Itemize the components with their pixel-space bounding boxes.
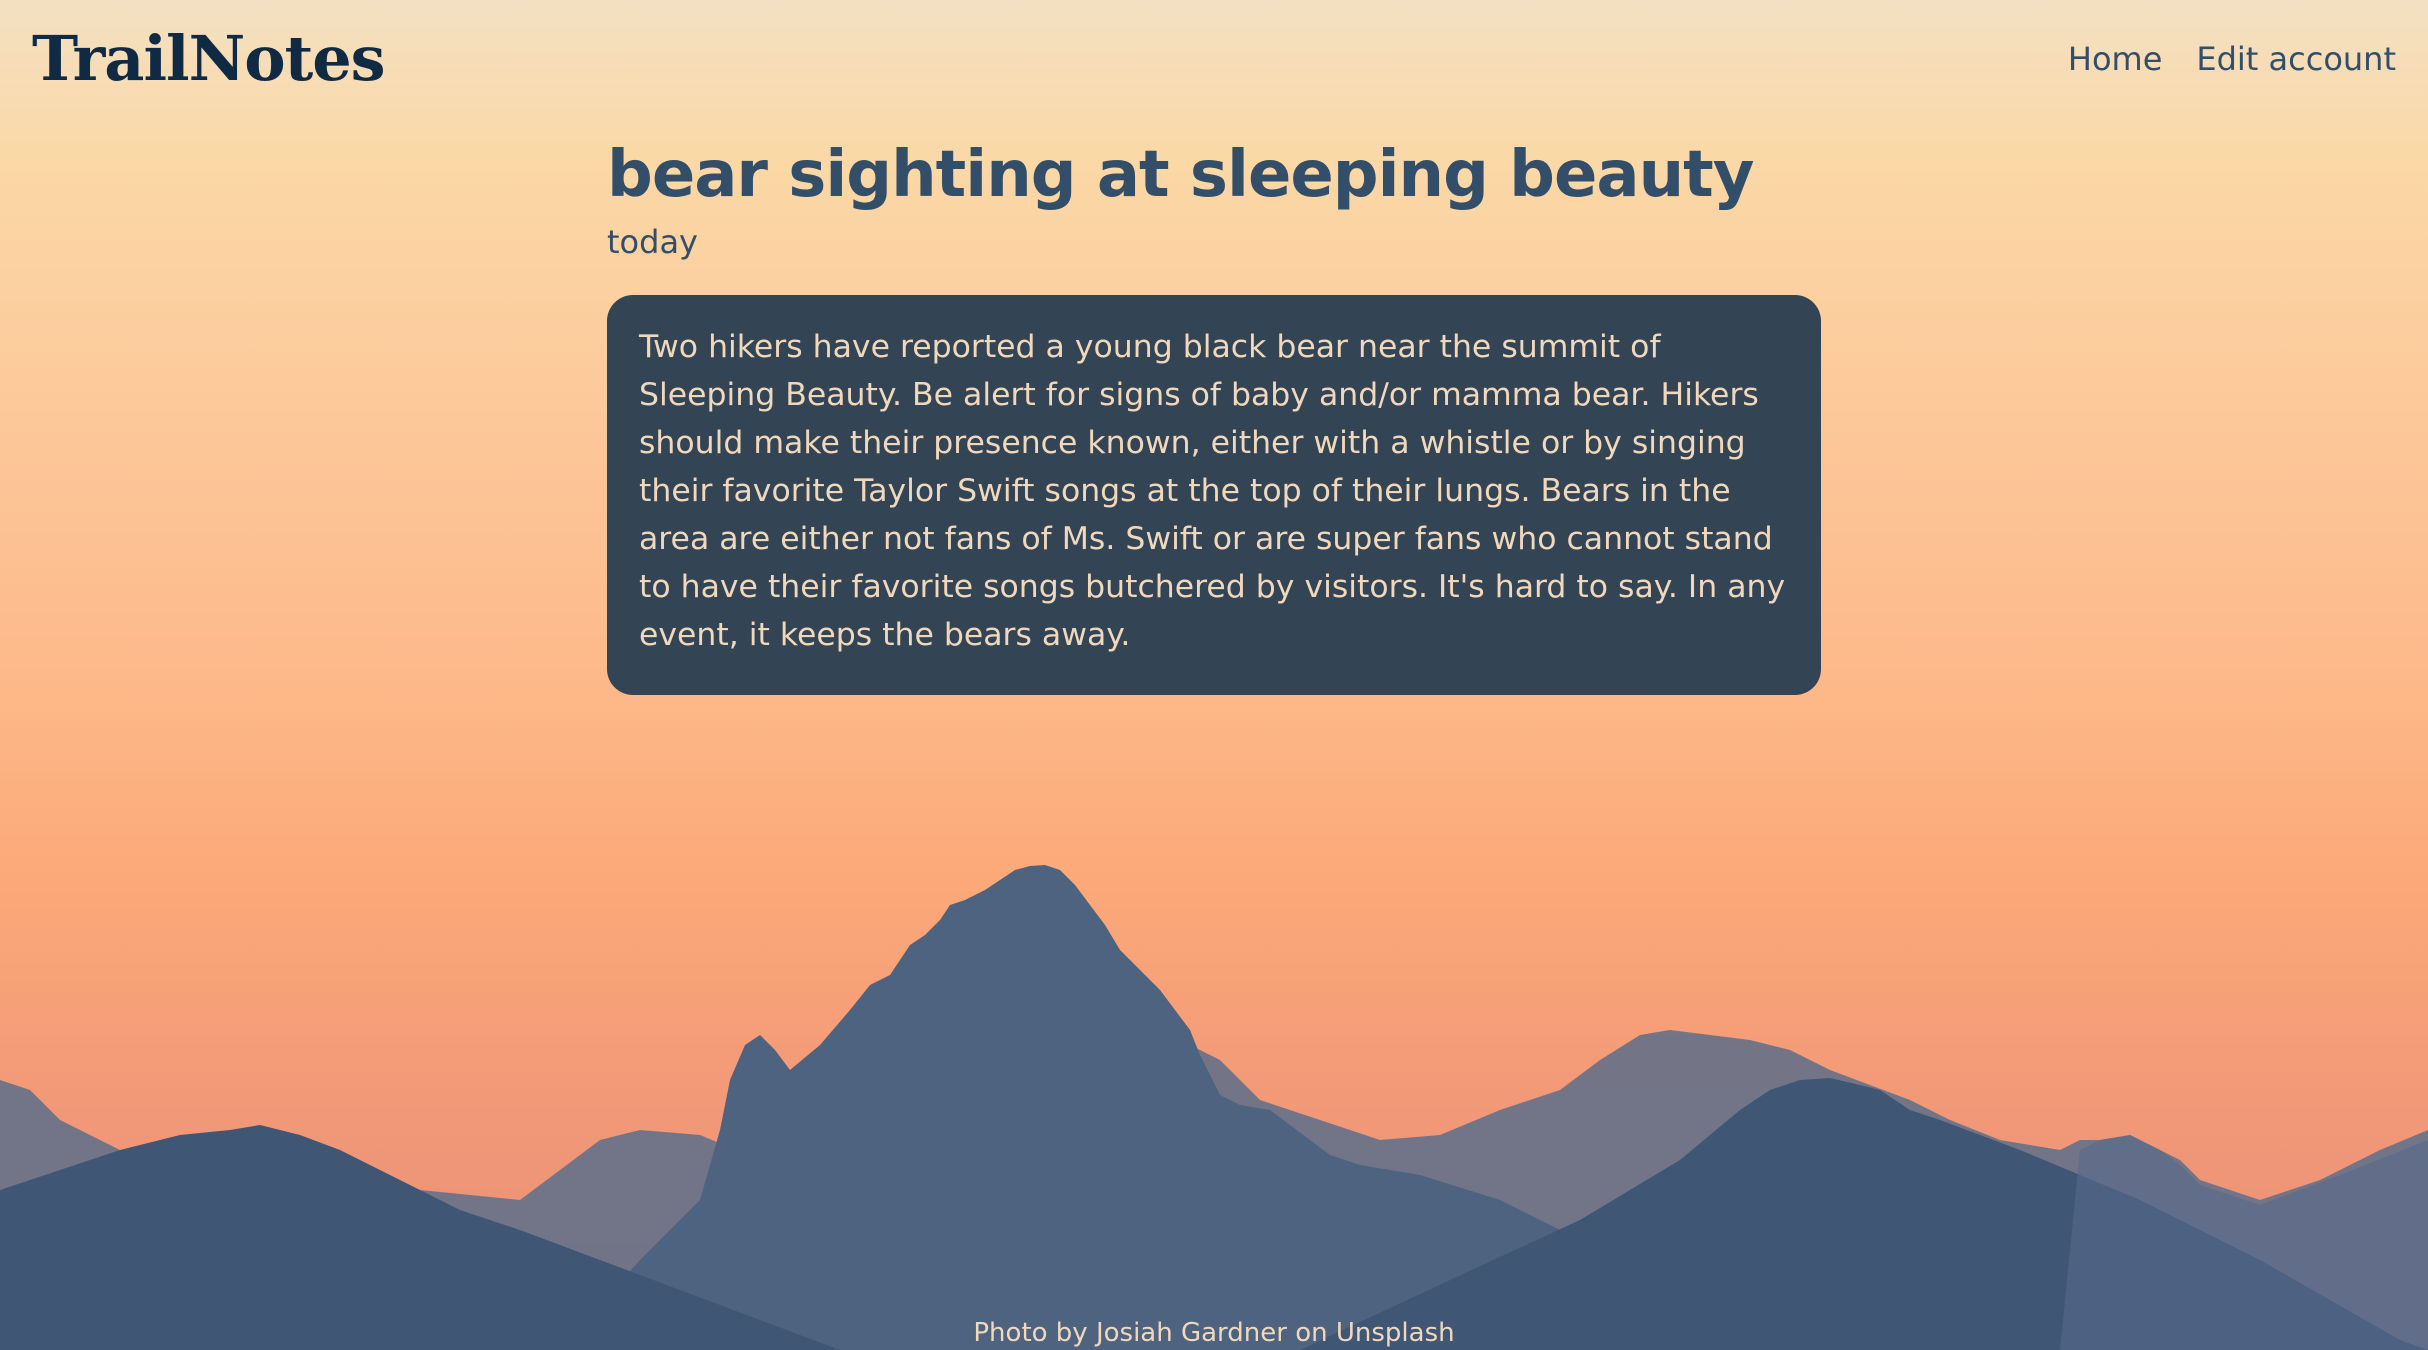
top-nav: Home Edit account [2068,40,2396,78]
post-title: bear sighting at sleeping beauty [607,138,1754,212]
nav-home-link[interactable]: Home [2068,40,2163,78]
nav-edit-account-link[interactable]: Edit account [2196,40,2396,78]
post-date: today [607,223,698,261]
site-logo[interactable]: TrailNotes [32,22,386,95]
photo-credit: Photo by Josiah Gardner on Unsplash [973,1318,1455,1348]
post-body-card: Two hikers have reported a young black b… [607,295,1821,695]
post-article: bear sighting at sleeping beauty today T… [607,135,1821,695]
